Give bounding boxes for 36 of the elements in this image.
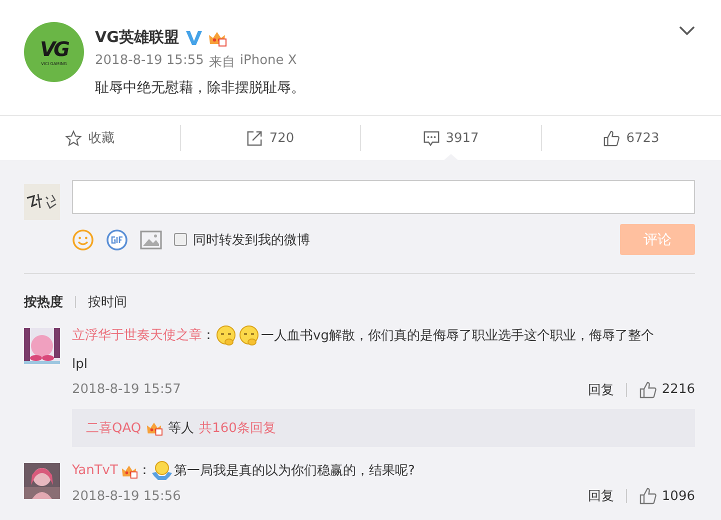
comment-icon <box>422 130 440 146</box>
favorite-action[interactable]: 收藏 <box>65 129 114 147</box>
thumbs-up-icon <box>638 487 657 506</box>
repost-label: 同时转发到我的微博 <box>193 232 310 248</box>
like-action[interactable]: 6723 <box>603 130 660 146</box>
emoji-icon <box>215 325 237 347</box>
post-time: 2018-8-19 15:55 <box>95 53 204 70</box>
gif-icon[interactable] <box>106 228 128 250</box>
image-icon[interactable] <box>140 230 162 250</box>
sort-tab[interactable]: 按时间 <box>88 293 127 311</box>
reply-link[interactable]: 回复 <box>588 380 614 399</box>
comment-text: 立浮华于世奏天使之章： 一人血书vg解散，你们真的是侮辱了职业选手这个职业，侮辱了整个lpl <box>72 322 695 379</box>
repost-action[interactable]: 720 <box>246 130 294 146</box>
thumbs-up-icon <box>638 380 657 399</box>
comment-time: 2018-8-19 15:57 <box>72 382 182 398</box>
source-label: 来自 <box>208 54 235 71</box>
sort-tab[interactable]: 按热度 <box>24 293 63 311</box>
thumbs-up-icon <box>603 130 620 146</box>
reply-text: 等人 <box>168 420 194 437</box>
emoji-icon <box>238 325 260 347</box>
reply-link[interactable]: 回复 <box>588 487 614 506</box>
post-text: 耻辱中绝无慰藉，除非摆脱耻辱。 <box>95 79 305 97</box>
comment-text: YanTvT ： 第一局我是真的以为你们稳赢的，结果呢? <box>72 456 695 486</box>
like-button[interactable]: 2216 <box>638 380 695 399</box>
emoji-icon <box>150 460 173 482</box>
repost-checkbox[interactable] <box>174 233 187 246</box>
smiley-icon[interactable] <box>72 228 94 250</box>
star-icon <box>65 130 82 146</box>
author-name[interactable]: VG英雄联盟 <box>95 28 179 47</box>
share-icon <box>246 130 264 146</box>
comment-input[interactable] <box>72 180 695 214</box>
like-button[interactable]: 1096 <box>638 487 695 506</box>
chevron-down-icon[interactable] <box>679 26 695 36</box>
comment-time: 2018-8-19 15:56 <box>72 488 182 504</box>
source-link[interactable]: iPhone X <box>240 53 297 71</box>
comment-action[interactable]: 3917 <box>422 130 479 146</box>
